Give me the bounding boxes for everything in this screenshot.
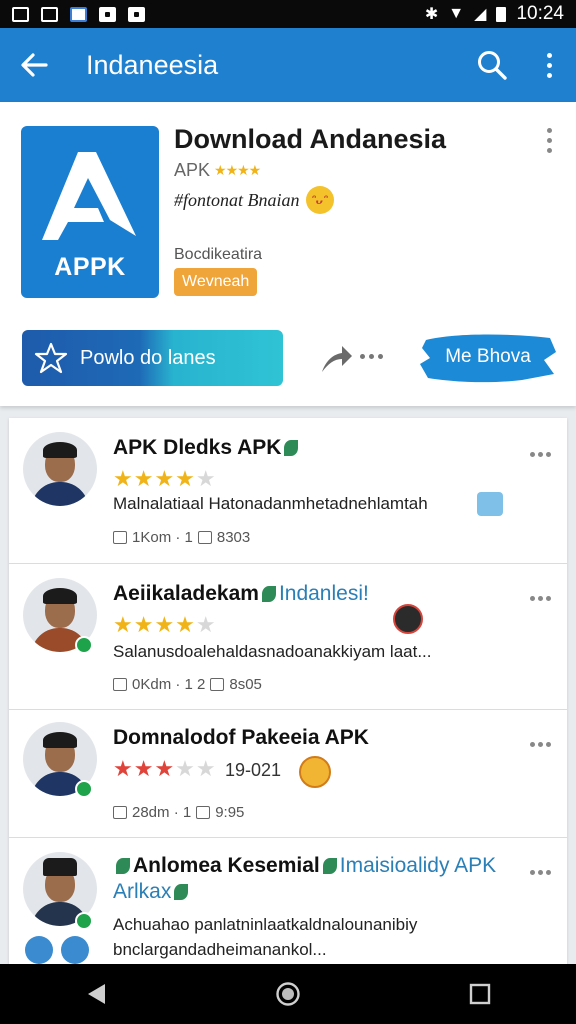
vibrate-icon: ✱ — [424, 6, 439, 23]
app-menu-button[interactable] — [547, 128, 552, 153]
status-bar: ✱ ▼ ◢ 10:24 — [0, 0, 576, 28]
attachment-icons — [25, 936, 89, 964]
post-text: Salanusdoalehaldasnadoanakkiyam laat... — [113, 642, 432, 661]
download-button-label: Powlo do lanes — [80, 346, 216, 369]
sticker-icon — [477, 492, 503, 516]
wifi-icon: ▼ — [448, 5, 465, 22]
avatar[interactable] — [23, 432, 97, 506]
post-text: Achuahao panlatninlaatkaldnalounanibiy b… — [113, 915, 418, 959]
post-menu-button[interactable] — [530, 596, 551, 601]
smiley-emoji-icon: ᵔᴗᵔ — [305, 186, 334, 214]
leaf-icon — [322, 858, 337, 874]
post-meta: 0Kdm · 1 2 8s05 — [113, 676, 262, 693]
share-icon[interactable] — [318, 340, 354, 381]
comment-icon — [197, 531, 212, 544]
search-button[interactable] — [462, 28, 522, 102]
more-horizontal-icon[interactable] — [360, 354, 383, 359]
clock: 10:24 — [516, 3, 564, 24]
post-text: Malnalatiaal Hatonadanmhetadnehlamtah — [113, 494, 428, 513]
post-rating: ★★★★★ — [113, 612, 217, 637]
app-category: Bocdikeatira — [174, 246, 263, 263]
app-logo-icon — [42, 152, 136, 240]
post-menu-button[interactable] — [530, 870, 551, 875]
media-notification-icon — [128, 6, 145, 22]
leaf-icon — [284, 440, 299, 456]
verified-badge-icon — [75, 912, 93, 930]
post-feed: APK Dledks APK ★★★★★ Malnalatiaal Hatona… — [9, 418, 567, 964]
camera-notification-icon — [99, 6, 116, 22]
like-icon — [113, 531, 127, 544]
secondary-action-button[interactable]: Me Bhova — [418, 330, 558, 386]
post-title: Aeiikaladekam Indanlesi! — [113, 582, 369, 605]
secondary-action-label: Me Bhova — [445, 346, 531, 367]
page-title: Indaneesia — [86, 49, 219, 80]
arrow-left-icon — [21, 53, 48, 77]
list-item[interactable]: Aeiikaladekam Indanlesi! ★★★★★ Salanusdoa… — [9, 564, 567, 710]
star-outline-icon — [22, 341, 80, 375]
app-badge[interactable]: Wevneah — [174, 268, 258, 296]
post-rating: ★★★★★ — [113, 756, 217, 781]
more-vertical-icon — [546, 52, 552, 78]
overflow-menu-button[interactable] — [522, 28, 576, 102]
app-type: APK — [174, 160, 211, 180]
leaf-icon — [174, 884, 189, 900]
image-notification-icon — [12, 6, 29, 22]
app-icon-label: APPK — [54, 253, 126, 281]
post-date: 19-021 — [225, 760, 282, 780]
post-title: Anlomea Kesemial Imaisioalidy APK — [113, 854, 496, 878]
app-card: APPK Download Andanesia APK ★★★★ #fonton… — [0, 102, 576, 406]
download-button[interactable]: Powlo do lanes — [22, 330, 283, 386]
post-rating: ★★★★★ — [113, 466, 217, 491]
leaf-icon — [116, 858, 130, 874]
post-title: Domnalodof Pakeeia APK — [113, 726, 369, 749]
attachment-icon[interactable] — [25, 936, 53, 964]
app-rating-stars: ★★★★ — [214, 162, 261, 178]
app-notification-icon — [70, 6, 87, 22]
home-nav-button[interactable] — [248, 964, 328, 1024]
post-menu-button[interactable] — [530, 742, 551, 747]
back-button[interactable] — [0, 28, 68, 102]
post-meta: 1Kom · 1 8303 — [113, 529, 250, 546]
triangle-back-icon — [88, 984, 105, 1004]
app-tagline-text: #fontonat Bnaian — [174, 189, 300, 210]
more-vertical-icon — [547, 128, 552, 153]
comment-icon — [210, 678, 225, 691]
post-title: APK Dledks APK — [113, 436, 301, 460]
sticker-icon — [393, 604, 423, 634]
sticker-icon — [299, 756, 331, 788]
post-title-line2: Arlkax — [113, 880, 191, 904]
list-item[interactable]: Anlomea Kesemial Imaisioalidy APK Arlkax … — [9, 838, 567, 964]
system-nav-bar — [0, 964, 576, 1024]
comment-icon — [196, 806, 211, 819]
mail-notification-icon — [41, 6, 58, 22]
app-subtitle: APK ★★★★ — [174, 160, 261, 181]
app-title: Download Andanesia — [174, 124, 447, 154]
back-nav-button[interactable] — [56, 964, 136, 1024]
app-icon[interactable]: APPK — [21, 126, 159, 298]
leaf-icon — [261, 586, 276, 602]
signal-icon: ◢ — [474, 6, 487, 23]
like-icon — [113, 806, 127, 819]
search-icon — [478, 51, 507, 80]
verified-badge-icon — [75, 636, 93, 654]
recents-nav-button[interactable] — [440, 964, 520, 1024]
verified-badge-icon — [75, 780, 93, 798]
list-item[interactable]: APK Dledks APK ★★★★★ Malnalatiaal Hatona… — [9, 418, 567, 564]
post-menu-button[interactable] — [530, 452, 551, 457]
square-recents-icon — [469, 983, 491, 1005]
list-item[interactable]: Domnalodof Pakeeia APK ★★★★★ 19-021 28dm… — [9, 710, 567, 838]
app-tagline: #fontonat Bnaian ᵔᴗᵔ — [174, 186, 334, 214]
circle-home-icon — [276, 982, 300, 1006]
post-meta: 28dm · 1 9:95 — [113, 804, 244, 821]
like-icon — [113, 678, 127, 691]
app-bar: Indaneesia — [0, 28, 576, 102]
battery-icon — [496, 6, 507, 22]
attachment-icon[interactable] — [61, 936, 89, 964]
